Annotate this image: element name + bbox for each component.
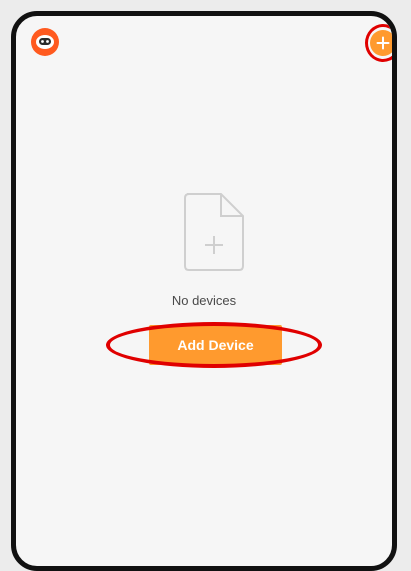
plus-circle-icon: [376, 36, 390, 50]
add-button[interactable]: [370, 30, 392, 56]
avatar[interactable]: [31, 28, 59, 56]
empty-state-message: No devices: [171, 293, 237, 308]
app-screen: No devices Add Device: [11, 11, 397, 571]
robot-avatar-icon: [36, 35, 54, 49]
new-file-icon: [184, 193, 244, 271]
add-device-button[interactable]: Add Device: [149, 325, 282, 365]
